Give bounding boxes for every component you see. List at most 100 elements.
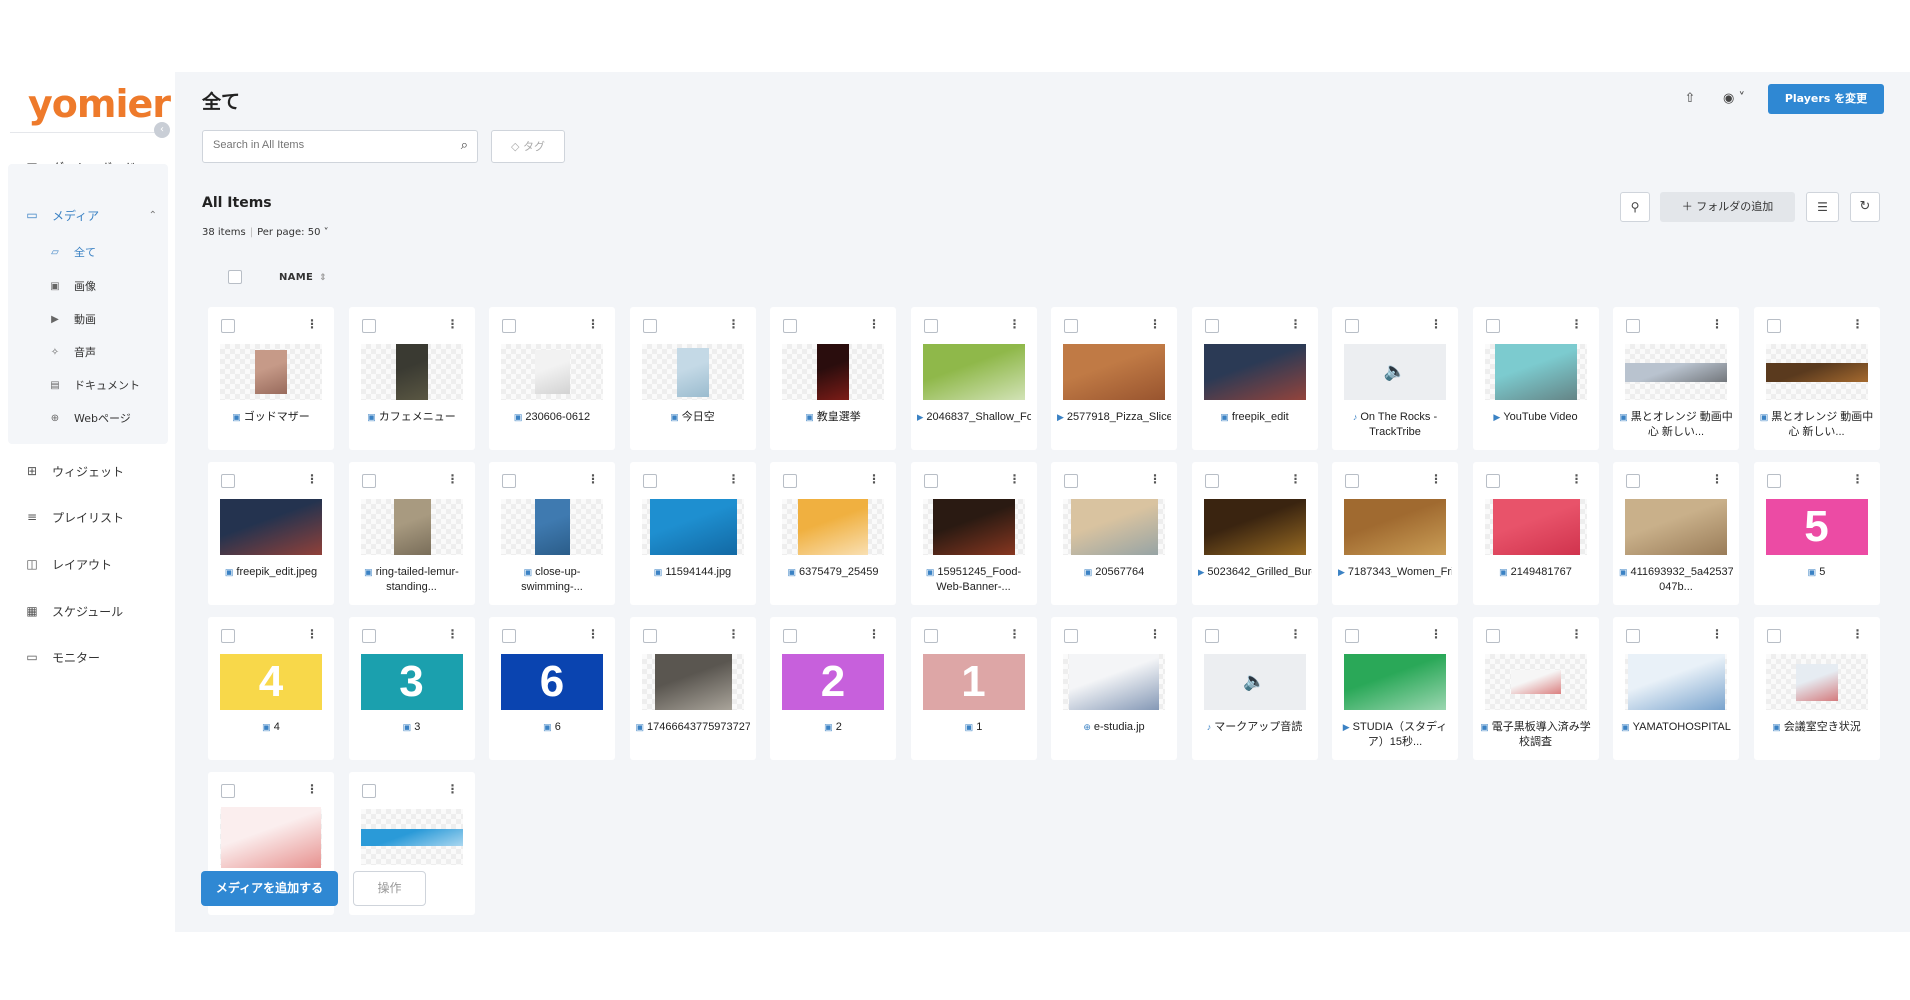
media-card[interactable]: ⋮ 🔈 ♪ マークアップ音読 [1191, 617, 1318, 760]
media-card-checkbox[interactable] [1485, 319, 1500, 333]
media-card-checkbox[interactable] [1626, 474, 1640, 488]
media-card-checkbox[interactable] [502, 629, 516, 643]
media-card[interactable]: ⋮ 3 ▣ 3 [348, 617, 475, 760]
media-card[interactable]: ⋮ ▣ ゴッドマザー [208, 307, 334, 450]
sidebar-item-widget[interactable]: ⊞ ウィジェット [0, 458, 175, 484]
media-card-checkbox[interactable] [642, 319, 657, 333]
media-card-checkbox[interactable] [1485, 629, 1500, 643]
sidebar-item-schedule[interactable]: ▦ スケジュール [0, 598, 175, 624]
more-options-icon[interactable]: ⋮ [728, 317, 740, 331]
sidebar-subitem-webpage[interactable]: ⊕ Webページ [0, 407, 175, 429]
media-card[interactable]: ⋮ ▣17466643775973727145901... [629, 617, 756, 760]
media-card[interactable]: ⋮ 4 ▣ 4 [208, 617, 334, 760]
media-card-checkbox[interactable] [1064, 474, 1078, 488]
media-card-checkbox[interactable] [642, 474, 657, 488]
more-options-icon[interactable]: ⋮ [1009, 317, 1021, 331]
more-options-icon[interactable]: ⋮ [1430, 627, 1442, 641]
media-card-checkbox[interactable] [1766, 629, 1781, 643]
more-options-icon[interactable]: ⋮ [1009, 627, 1021, 641]
sidebar-item-layout[interactable]: ◫ レイアウト [0, 551, 175, 577]
more-options-icon[interactable]: ⋮ [1290, 627, 1302, 641]
media-card-checkbox[interactable] [361, 474, 376, 488]
more-options-icon[interactable]: ⋮ [868, 472, 880, 486]
media-card[interactable]: ⋮ ▣ YAMATOHOSPITAL [1613, 617, 1739, 760]
tag-filter-button[interactable]: ◇ タグ [491, 130, 565, 163]
more-options-icon[interactable]: ⋮ [306, 472, 318, 486]
more-options-icon[interactable]: ⋮ [306, 782, 318, 796]
name-column-header[interactable]: NAME ⇕ [279, 272, 327, 283]
operations-button[interactable]: 操作 [353, 871, 426, 906]
filter-button[interactable]: ⚲ [1620, 192, 1650, 222]
media-card[interactable]: ⋮ ▶2046837_Shallow_Focus_Hea... [910, 307, 1037, 450]
media-card[interactable]: ⋮ 6 ▣ 6 [489, 617, 615, 760]
media-card-checkbox[interactable] [1204, 319, 1219, 333]
sidebar-item-media[interactable]: ▭ メディア ⌃ [0, 202, 175, 228]
media-card-checkbox[interactable] [783, 474, 797, 488]
per-page-select[interactable]: Per page: 50 [257, 227, 320, 238]
media-card[interactable]: ⋮ ▣ 教皇選挙 [770, 307, 896, 450]
media-card[interactable]: ⋮ ▣ freepik_edit [1191, 307, 1318, 450]
media-card[interactable]: ⋮ ▣ close-up-swimming-... [489, 462, 615, 605]
more-options-icon[interactable]: ⋮ [447, 782, 459, 796]
upload-button[interactable]: ⇧ [1679, 88, 1701, 110]
media-card[interactable]: ⋮ ▣ 会議室空き状況 [1753, 617, 1880, 760]
media-card-checkbox[interactable] [221, 474, 235, 488]
media-card-checkbox[interactable] [783, 629, 797, 643]
media-card[interactable]: ⋮ ▣ 15951245_Food-Web-Banner-... [910, 462, 1037, 605]
more-options-icon[interactable]: ⋮ [1711, 627, 1723, 641]
search-icon[interactable]: ⌕ [461, 138, 468, 153]
media-card[interactable]: ⋮ ▣ 11594144.jpg [629, 462, 756, 605]
brand-logo[interactable]: yomier [28, 82, 171, 126]
more-options-icon[interactable]: ⋮ [1430, 317, 1442, 331]
media-card-checkbox[interactable] [1345, 474, 1359, 488]
more-options-icon[interactable]: ⋮ [728, 627, 740, 641]
media-card[interactable]: ⋮ ▣ 6375479_25459 [770, 462, 896, 605]
media-card-checkbox[interactable] [1064, 319, 1078, 333]
more-options-icon[interactable]: ⋮ [1711, 317, 1723, 331]
media-card[interactable]: ⋮ ▣ 2149481767 [1472, 462, 1599, 605]
media-card-checkbox[interactable] [502, 319, 516, 333]
more-options-icon[interactable]: ⋮ [447, 627, 459, 641]
more-options-icon[interactable]: ⋮ [306, 317, 318, 331]
media-card-checkbox[interactable] [642, 629, 657, 643]
more-options-icon[interactable]: ⋮ [1852, 317, 1864, 331]
media-card-checkbox[interactable] [1626, 629, 1640, 643]
more-options-icon[interactable]: ⋮ [1009, 472, 1021, 486]
more-options-icon[interactable]: ⋮ [1290, 317, 1302, 331]
more-options-icon[interactable]: ⋮ [1571, 627, 1583, 641]
media-card-checkbox[interactable] [221, 319, 235, 333]
more-options-icon[interactable]: ⋮ [587, 627, 599, 641]
media-card-checkbox[interactable] [1204, 474, 1219, 488]
media-card-checkbox[interactable] [221, 784, 235, 798]
media-card[interactable]: ⋮ ▶5023642_Grilled_Burger_384... [1191, 462, 1318, 605]
more-options-icon[interactable]: ⋮ [1290, 472, 1302, 486]
search-input[interactable] [213, 139, 443, 151]
sidebar-subitem-audio[interactable]: ✧ 音声 [0, 341, 175, 363]
media-card-checkbox[interactable] [1345, 319, 1359, 333]
more-options-icon[interactable]: ⋮ [728, 472, 740, 486]
more-options-icon[interactable]: ⋮ [1852, 472, 1864, 486]
media-card[interactable]: ⋮ ▣ 電子黒板導入済み学校調査 [1472, 617, 1599, 760]
media-card[interactable]: ⋮ 1 ▣ 1 [910, 617, 1037, 760]
more-options-icon[interactable]: ⋮ [447, 317, 459, 331]
more-options-icon[interactable]: ⋮ [587, 317, 599, 331]
more-options-icon[interactable]: ⋮ [868, 627, 880, 641]
media-card-checkbox[interactable] [361, 319, 376, 333]
media-card-checkbox[interactable] [923, 474, 938, 488]
media-card[interactable]: ⋮ ▣ カフェメニュー [348, 307, 475, 450]
sidebar-subitem-image[interactable]: ▣ 画像 [0, 275, 175, 297]
sidebar-subitem-document[interactable]: ▤ ドキュメント [0, 374, 175, 396]
list-view-button[interactable]: ☰ [1806, 192, 1839, 222]
media-card[interactable]: ⋮ ▣ 20567764 [1051, 462, 1177, 605]
media-card[interactable]: ⋮ ▣ 411693932_5a425379-047b... [1613, 462, 1739, 605]
media-card-checkbox[interactable] [1766, 319, 1781, 333]
more-options-icon[interactable]: ⋮ [1571, 472, 1583, 486]
media-card[interactable]: ⋮ ▣ ring-tailed-lemur-standing... [348, 462, 475, 605]
media-card-checkbox[interactable] [783, 319, 797, 333]
media-card[interactable]: ⋮ ⊕ e-studia.jp [1051, 617, 1177, 760]
more-options-icon[interactable]: ⋮ [868, 317, 880, 331]
media-card[interactable]: ⋮ ▶2577918_Pizza_Slice_3840×... [1051, 307, 1177, 450]
sidebar-subitem-all[interactable]: ▱ 全て [0, 241, 175, 263]
media-card-checkbox[interactable] [221, 629, 235, 643]
media-card-checkbox[interactable] [502, 474, 516, 488]
